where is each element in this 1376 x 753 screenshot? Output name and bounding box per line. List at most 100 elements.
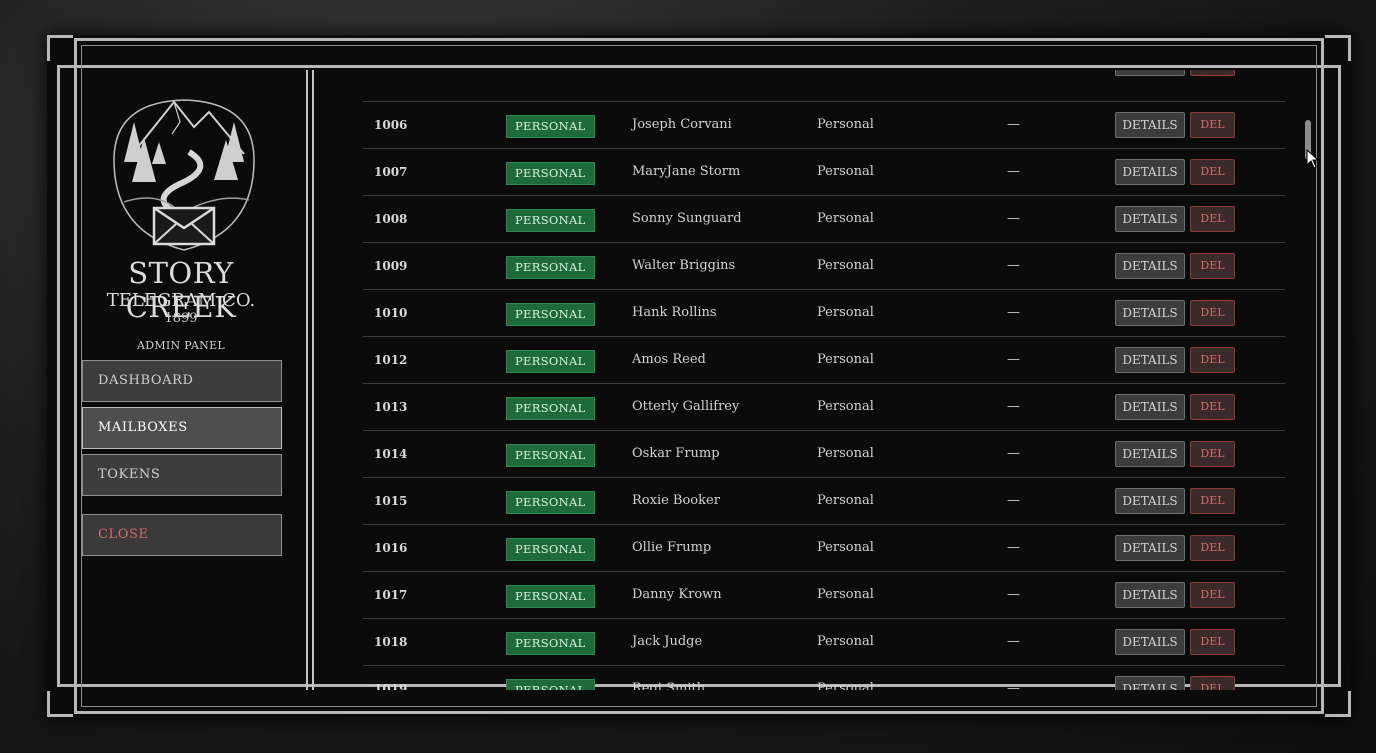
mailbox-extra: —: [1007, 164, 1020, 179]
delete-button[interactable]: DEL: [1190, 300, 1235, 326]
frame-corner: [47, 35, 73, 61]
mailbox-extra: —: [1007, 493, 1020, 508]
details-button[interactable]: DETAILS: [1115, 159, 1185, 185]
delete-button[interactable]: DEL: [1190, 582, 1235, 608]
mailbox-type-badge: PERSONAL: [506, 115, 595, 138]
mailbox-owner-name: Oskar Frump: [632, 446, 720, 461]
table-row: 1015 PERSONAL Roxie Booker Personal — DETAILS…: [363, 477, 1285, 524]
mailbox-type: Personal: [817, 634, 874, 649]
mailbox-id: 1014: [374, 447, 408, 461]
mailbox-owner-name: Amos Reed: [632, 352, 706, 367]
delete-button[interactable]: DEL: [1190, 629, 1235, 655]
mailbox-extra: —: [1007, 446, 1020, 461]
delete-button[interactable]: DEL: [1190, 347, 1235, 373]
mailbox-type-badge: PERSONAL: [506, 209, 595, 232]
mailbox-type: Personal: [817, 493, 874, 508]
table-row: 1008 PERSONAL Sonny Sunguard Personal — DETAI…: [363, 195, 1285, 242]
mailbox-owner-name: Danny Krown: [632, 587, 722, 602]
mailbox-type: Personal: [817, 399, 874, 414]
mailbox-id: 1015: [374, 494, 408, 508]
mailbox-extra: —: [1007, 540, 1020, 555]
table-row: 1009 PERSONAL Walter Briggins Personal — DETA…: [363, 242, 1285, 289]
mailbox-owner-name: Ollie Frump: [632, 540, 712, 555]
table-row: 1018 PERSONAL Jack Judge Personal — DETAILS DE…: [363, 618, 1285, 665]
mailbox-type-badge: PERSONAL: [506, 162, 595, 185]
sidebar: STORY CREEK TELEGRAM CO. 1899 ADMIN PANE…: [70, 60, 292, 690]
mailbox-type: Personal: [817, 352, 874, 367]
mailbox-owner-name: Sonny Sunguard: [632, 211, 742, 226]
table-row: 1017 PERSONAL Danny Krown Personal — DETAILS D…: [363, 571, 1285, 618]
details-button[interactable]: DETAILS: [1115, 206, 1185, 232]
mailbox-type-badge: PERSONAL: [506, 350, 595, 373]
details-button[interactable]: DETAILS: [1115, 347, 1185, 373]
mailbox-owner-name: Otterly Gallifrey: [632, 399, 740, 414]
delete-button[interactable]: DEL: [1190, 394, 1235, 420]
mailbox-id: 1008: [374, 212, 408, 226]
mailbox-id: 1009: [374, 259, 408, 273]
table-row: 1016 PERSONAL Ollie Frump Personal — DETAILS D…: [363, 524, 1285, 571]
mailbox-type: Personal: [817, 446, 874, 461]
delete-button[interactable]: DEL: [1190, 206, 1235, 232]
mailbox-id: 1018: [374, 635, 408, 649]
nav-mailboxes-button[interactable]: MAILBOXES: [82, 407, 282, 449]
details-button[interactable]: DETAILS: [1115, 112, 1185, 138]
mailbox-type-badge: PERSONAL: [506, 491, 595, 514]
table-row-partial: [363, 70, 1285, 101]
mailbox-table: 1006 PERSONAL Joseph Corvani Personal — DETAI…: [363, 70, 1285, 690]
mailbox-type-badge: PERSONAL: [506, 538, 595, 561]
details-button[interactable]: DETAILS: [1115, 394, 1185, 420]
mailbox-type: Personal: [817, 258, 874, 273]
details-button[interactable]: DETAILS: [1115, 535, 1185, 561]
table-row: 1006 PERSONAL Joseph Corvani Personal — DETAI…: [363, 101, 1285, 148]
details-button[interactable]: DETAILS: [1115, 582, 1185, 608]
mailbox-id: 1007: [374, 165, 408, 179]
details-button[interactable]: [1115, 70, 1185, 76]
table-row: 1010 PERSONAL Hank Rollins Personal — DETAILS…: [363, 289, 1285, 336]
table-row: 1014 PERSONAL Oskar Frump Personal — DETAILS D…: [363, 430, 1285, 477]
delete-button[interactable]: DEL: [1190, 535, 1235, 561]
mailbox-type-badge: PERSONAL: [506, 303, 595, 326]
table-row: 1019 PERSONAL Regi Smith Personal — DETAILS DE…: [363, 665, 1285, 690]
mailbox-id: 1013: [374, 400, 408, 414]
mailbox-type-badge: PERSONAL: [506, 632, 595, 655]
mailbox-extra: —: [1007, 117, 1020, 132]
mailbox-type-badge: PERSONAL: [506, 256, 595, 279]
brand-subtitle: TELEGRAM CO.: [106, 290, 256, 311]
mailbox-type-badge: PERSONAL: [506, 444, 595, 467]
nav-tokens-button[interactable]: TOKENS: [82, 454, 282, 496]
delete-button[interactable]: DEL: [1190, 112, 1235, 138]
mailbox-owner-name: Walter Briggins: [632, 258, 736, 273]
details-button[interactable]: DETAILS: [1115, 676, 1185, 690]
nav-dashboard-button[interactable]: DASHBOARD: [82, 360, 282, 402]
mailbox-type-badge: PERSONAL: [506, 397, 595, 420]
delete-button[interactable]: DEL: [1190, 441, 1235, 467]
delete-button[interactable]: DEL: [1190, 159, 1235, 185]
details-button[interactable]: DETAILS: [1115, 441, 1185, 467]
sidebar-divider: [306, 70, 314, 690]
table-row: 1013 PERSONAL Otterly Gallifrey Personal — DE…: [363, 383, 1285, 430]
mailbox-id: 1012: [374, 353, 408, 367]
details-button[interactable]: DETAILS: [1115, 300, 1185, 326]
mailbox-extra: —: [1007, 352, 1020, 367]
close-button[interactable]: CLOSE: [82, 514, 282, 556]
details-button[interactable]: DETAILS: [1115, 253, 1185, 279]
delete-button[interactable]: DEL: [1190, 676, 1235, 690]
delete-button[interactable]: DEL: [1190, 488, 1235, 514]
mailbox-extra: —: [1007, 634, 1020, 649]
delete-button[interactable]: DEL: [1190, 253, 1235, 279]
details-button[interactable]: DETAILS: [1115, 629, 1185, 655]
mailbox-type: Personal: [817, 164, 874, 179]
mailbox-type: Personal: [817, 587, 874, 602]
mailbox-extra: —: [1007, 399, 1020, 414]
mailbox-id: 1016: [374, 541, 408, 555]
table-row: 1012 PERSONAL Amos Reed Personal — DETAILS DEL: [363, 336, 1285, 383]
mailbox-owner-name: Regi Smith: [632, 681, 706, 690]
details-button[interactable]: DETAILS: [1115, 488, 1185, 514]
delete-button[interactable]: [1190, 70, 1235, 76]
mailbox-type: Personal: [817, 211, 874, 226]
mailbox-owner-name: MaryJane Storm: [632, 164, 741, 179]
mailbox-extra: —: [1007, 258, 1020, 273]
admin-panel-label: ADMIN PANEL: [136, 339, 226, 352]
mailbox-id: 1006: [374, 118, 408, 132]
mailbox-extra: —: [1007, 305, 1020, 320]
